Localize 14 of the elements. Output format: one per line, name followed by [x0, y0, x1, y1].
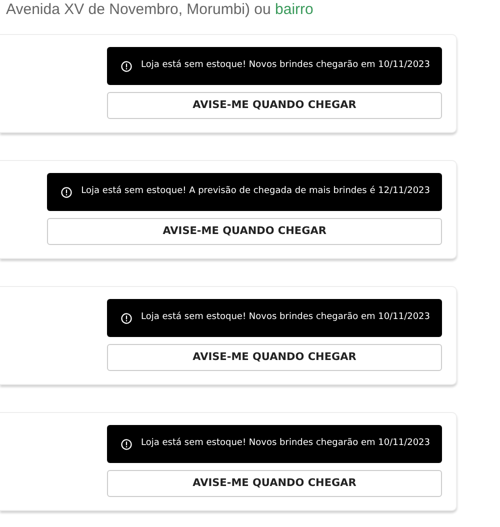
warning-icon	[121, 438, 132, 450]
warning-icon	[61, 186, 72, 198]
bairro-link[interactable]: bairro	[275, 1, 314, 18]
warning-icon	[121, 312, 132, 324]
alert-text: Loja está sem estoque! Novos brindes chegarão em 10/11/2023	[141, 437, 430, 450]
notify-button[interactable]: AVISE-ME QUANDO CHEGAR	[107, 344, 442, 371]
warning-icon	[121, 60, 132, 72]
notify-button[interactable]: AVISE-ME QUANDO CHEGAR	[107, 92, 442, 119]
notify-button[interactable]: AVISE-ME QUANDO CHEGAR	[107, 470, 442, 497]
alert-text: Loja está sem estoque! Novos brindes chegarão em 10/11/2023	[141, 59, 430, 72]
alert-text: Loja está sem estoque! A previsão de chegada de mais brindes é 12/11/2023	[81, 185, 430, 198]
notify-button[interactable]: AVISE-ME QUANDO CHEGAR	[47, 218, 442, 245]
alert-text: Loja está sem estoque! Novos brindes chegarão em 10/11/2023	[141, 311, 430, 324]
intro-text: Avenida XV de Novembro, Morumbi) ou bairro	[6, 0, 314, 20]
